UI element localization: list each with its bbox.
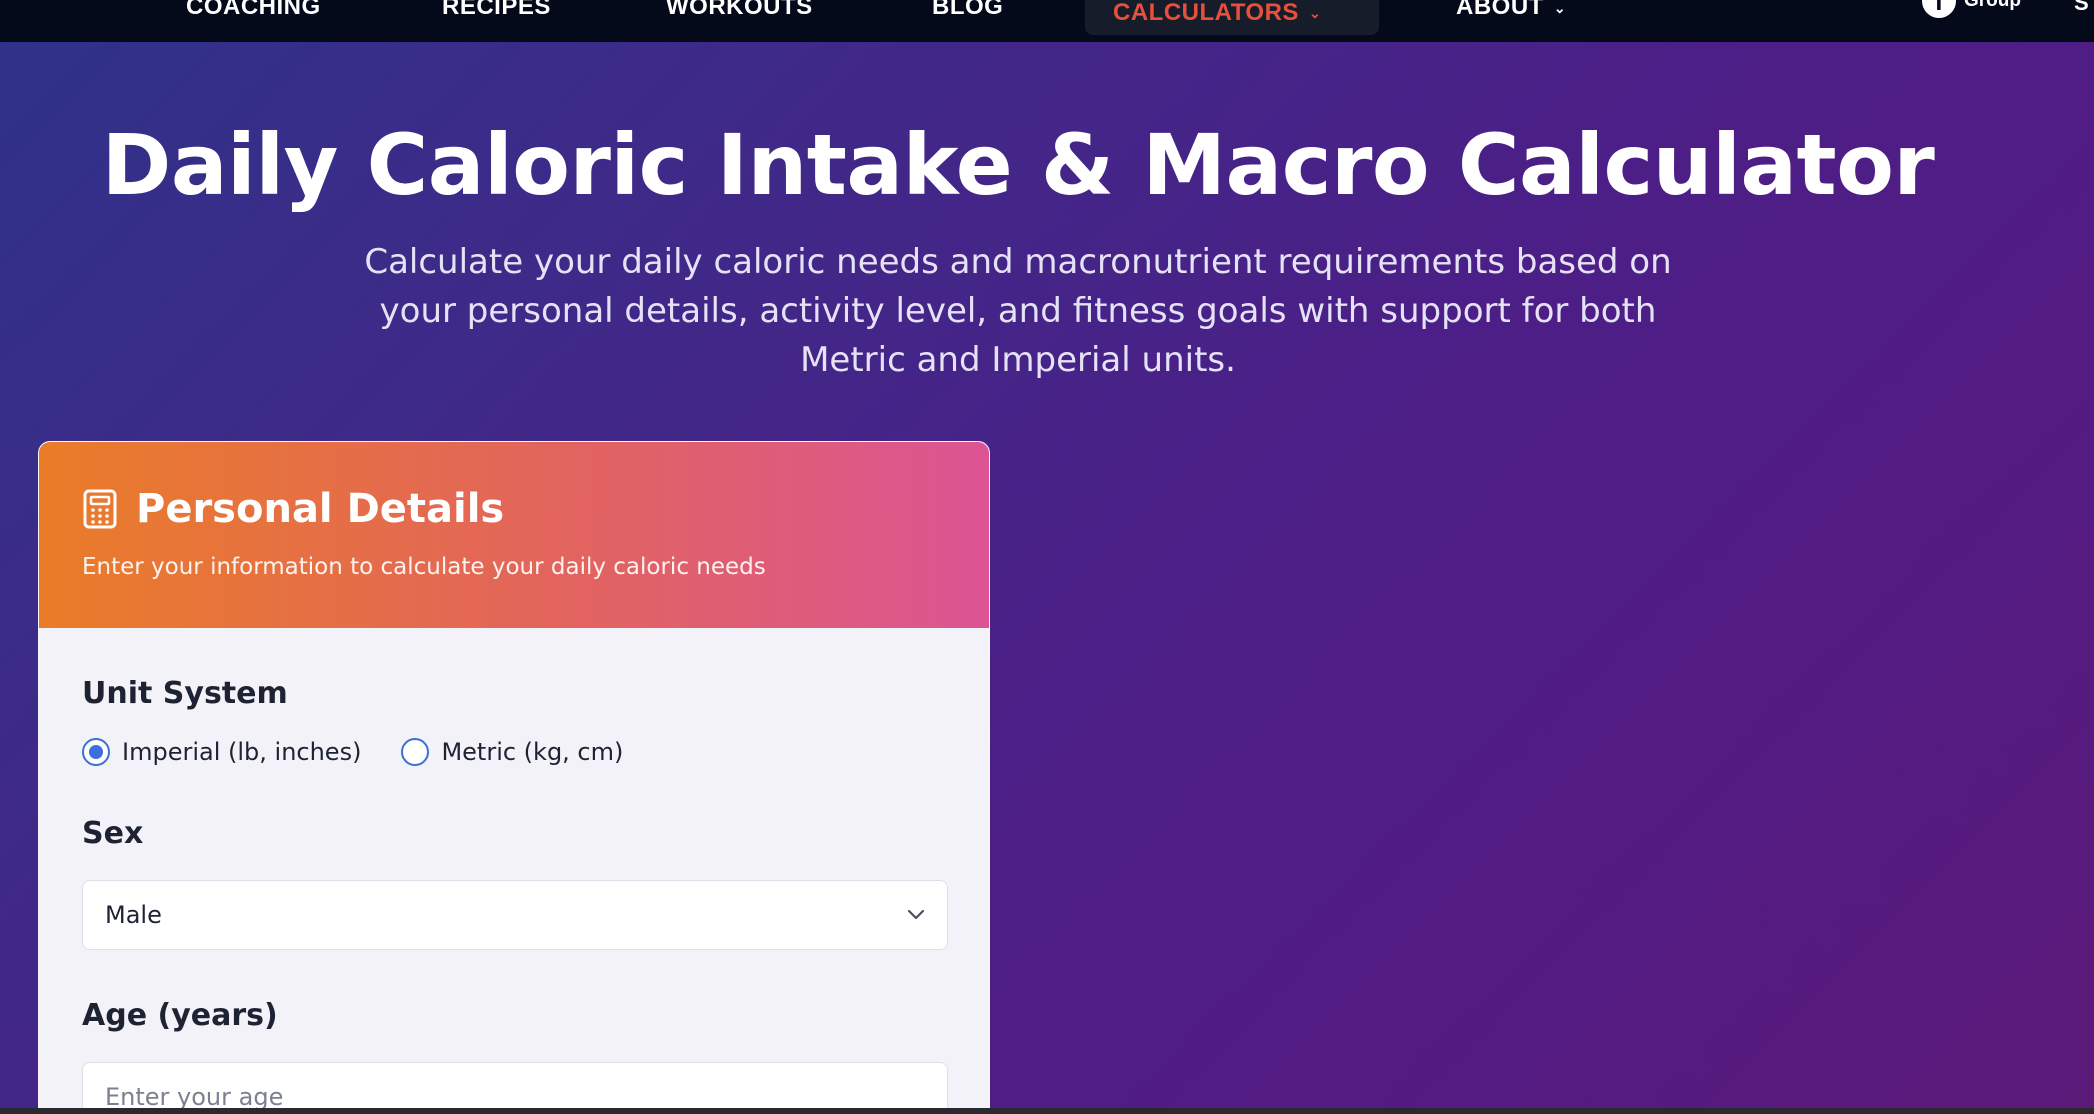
sex-selected-value: Male — [105, 901, 162, 929]
sex-select[interactable]: Male — [82, 880, 948, 950]
radio-checked-icon[interactable] — [82, 738, 110, 766]
calculator-icon — [83, 489, 117, 529]
facebook-group-label: Group — [1964, 0, 2021, 11]
radio-metric-label: Metric (kg, cm) — [441, 738, 624, 766]
chevron-down-icon: ⌄ — [1553, 0, 1567, 16]
unit-system-label: Unit System — [82, 676, 288, 711]
radio-unchecked-icon[interactable] — [401, 738, 430, 766]
personal-details-card: Personal Details Enter your information … — [38, 441, 990, 1114]
nav-item-workouts[interactable]: WORKOUTS — [666, 0, 813, 24]
page-title: Daily Caloric Intake & Macro Calculator — [101, 116, 1935, 214]
page-subtitle: Calculate your daily caloric needs and m… — [364, 242, 1672, 380]
chevron-down-icon — [907, 909, 925, 920]
age-input[interactable] — [82, 1062, 948, 1114]
nav-item-about[interactable]: ABOUT ⌄ — [1456, 0, 1566, 24]
nav-item-blog[interactable]: BLOG — [932, 0, 1003, 24]
taskbar-edge — [0, 1108, 2094, 1114]
nav-item-coaching[interactable]: COACHING — [186, 0, 321, 24]
chevron-down-icon: ⌄ — [1308, 5, 1322, 21]
facebook-icon: f — [1922, 0, 1956, 18]
radio-imperial-label: Imperial (lb, inches) — [122, 738, 362, 766]
nav-item-calculators[interactable]: CALCULATORS ⌄ — [1085, 0, 1379, 35]
nav-item-truncated[interactable]: S — [2074, 0, 2089, 16]
top-navigation: COACHING RECIPES WORKOUTS BLOG CALCULATO… — [0, 0, 2094, 42]
card-header: Personal Details Enter your information … — [39, 442, 989, 628]
nav-item-recipes[interactable]: RECIPES — [442, 0, 551, 24]
radio-metric[interactable]: Metric (kg, cm) — [401, 738, 623, 766]
radio-imperial[interactable]: Imperial (lb, inches) — [82, 738, 361, 766]
sex-label: Sex — [82, 816, 144, 851]
card-description: Enter your information to calculate your… — [82, 554, 766, 580]
card-title: Personal Details — [136, 486, 505, 532]
facebook-group-link[interactable]: f Group — [1922, 0, 2021, 18]
age-label: Age (years) — [82, 998, 278, 1033]
unit-system-radio-group: Imperial (lb, inches) Metric (kg, cm) — [82, 738, 623, 766]
